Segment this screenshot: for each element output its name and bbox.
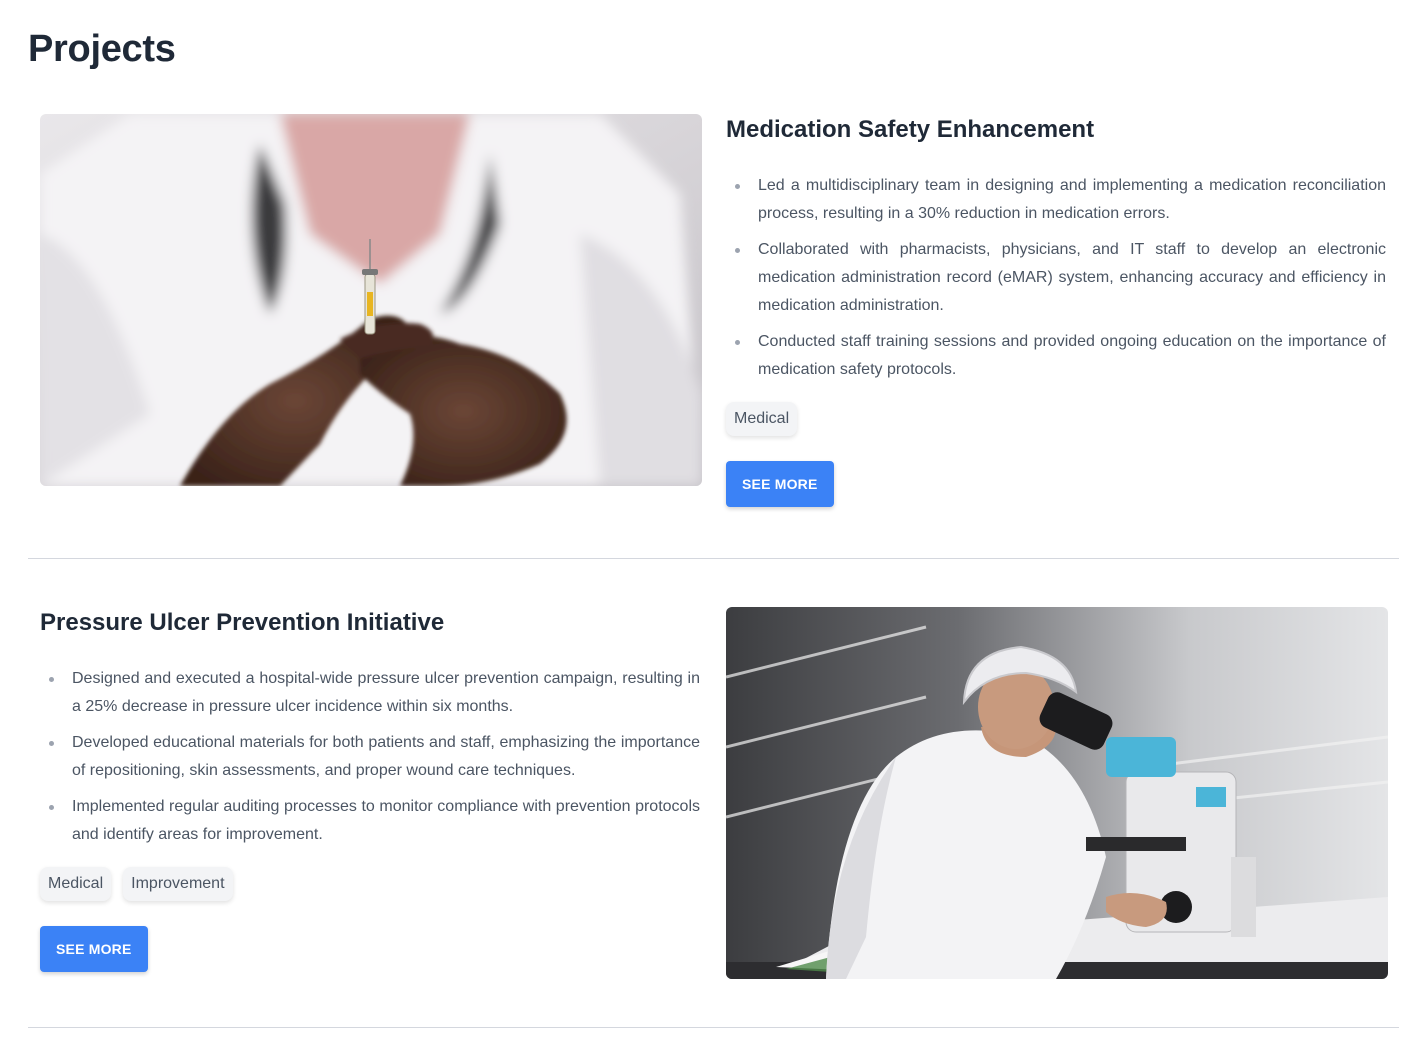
bullet-item: Developed educational materials for both… — [40, 729, 700, 785]
project-title: Medication Safety Enhancement — [726, 116, 1095, 143]
bullet-item: Led a multidisciplinary team in designin… — [726, 172, 1386, 228]
tag-medical[interactable]: Medical — [40, 867, 112, 901]
project-details: Pressure Ulcer Prevention Initiative Des… — [40, 607, 700, 972]
see-more-button[interactable]: SEE MORE — [726, 461, 834, 507]
bullet-item: Implemented regular auditing processes t… — [40, 793, 700, 849]
project-details: Medication Safety Enhancement Led a mult… — [726, 114, 1386, 507]
tag-list: Medical — [726, 402, 1386, 436]
bullet-item: Designed and executed a hospital-wide pr… — [40, 665, 700, 721]
project-bullet-list: Led a multidisciplinary team in designin… — [726, 172, 1386, 384]
project-title: Pressure Ulcer Prevention Initiative — [40, 609, 445, 636]
tag-improvement[interactable]: Improvement — [123, 867, 233, 901]
project-card: Pressure Ulcer Prevention Initiative Des… — [28, 559, 1399, 1028]
page-title: Projects — [28, 28, 176, 70]
bullet-item: Conducted staff training sessions and pr… — [726, 328, 1386, 384]
tag-medical[interactable]: Medical — [726, 402, 798, 436]
bullet-item: Collaborated with pharmacists, physician… — [726, 236, 1386, 320]
tag-list: Medical Improvement — [40, 867, 700, 901]
project-image-syringe — [40, 114, 702, 486]
see-more-button[interactable]: SEE MORE — [40, 926, 148, 972]
project-bullet-list: Designed and executed a hospital-wide pr… — [40, 665, 700, 849]
project-image-microscope — [726, 607, 1388, 979]
projects-page: Projects Medication Safety Enhancement L… — [0, 0, 1428, 1056]
project-card: Medication Safety Enhancement Led a mult… — [28, 86, 1399, 559]
